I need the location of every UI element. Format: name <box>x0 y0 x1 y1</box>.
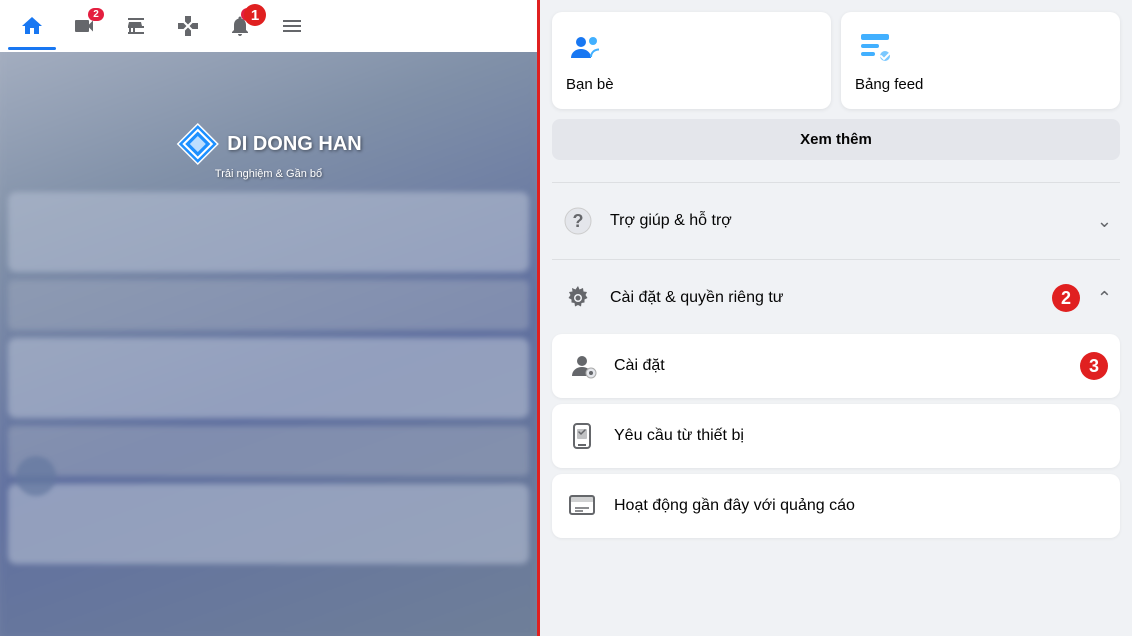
feed-icon <box>855 28 895 68</box>
hoatdong-label: Hoạt động gần đây với quảng cáo <box>614 497 1108 515</box>
quick-link-feed[interactable]: Bảng feed <box>841 12 1120 109</box>
help-icon: ? <box>560 203 596 239</box>
settings-icon <box>560 280 596 316</box>
caidat-label: Cài đặt <box>614 357 1058 375</box>
blur-post-1 <box>8 192 529 272</box>
nav-notification[interactable]: 58 1 <box>216 2 264 50</box>
friends-icon <box>566 28 606 68</box>
blur-post-2 <box>8 280 529 330</box>
nav-store[interactable] <box>112 2 160 50</box>
submenu-hoatdong[interactable]: Hoạt động gần đây với quảng cáo <box>552 474 1120 538</box>
hoatdong-icon <box>564 488 600 524</box>
divider-2 <box>552 259 1120 260</box>
quick-links-row: Bạn bè Bảng feed <box>552 12 1120 109</box>
feed-label: Bảng feed <box>855 76 923 93</box>
logo-overlay: DI DONG HAN Trải nghiệm & Gần bổ <box>175 122 361 180</box>
nav-video[interactable]: 2 <box>60 2 108 50</box>
settings-label: Cài đặt & quyền riêng tư <box>610 289 1075 307</box>
divider-1 <box>552 182 1120 183</box>
friends-label: Bạn bè <box>566 76 614 93</box>
left-panel: 2 58 1 DI <box>0 0 540 636</box>
right-panel: Bạn bè Bảng feed Xem thêm <box>540 0 1132 636</box>
quick-link-friends[interactable]: Bạn bè <box>552 12 831 109</box>
yeucau-label: Yêu cầu từ thiết bị <box>614 427 1108 445</box>
blur-post-5 <box>8 484 529 564</box>
settings-menu-item[interactable]: Cài đặt & quyền riêng tư 2 ⌃ <box>552 268 1120 328</box>
svg-text:?: ? <box>573 211 584 231</box>
yeucau-icon <box>564 418 600 454</box>
caidat-icon <box>564 348 600 384</box>
avatar-blur <box>16 456 56 496</box>
submenu-yeucau[interactable]: Yêu cầu từ thiết bị <box>552 404 1120 468</box>
nav-home[interactable] <box>8 2 56 50</box>
logo-icon <box>175 122 219 166</box>
video-badge: 2 <box>88 8 104 21</box>
help-label: Trợ giúp & hỗ trợ <box>610 212 1083 230</box>
logo-subtext: Trải nghiệm & Gần bổ <box>215 168 322 180</box>
nav-game[interactable] <box>164 2 212 50</box>
logo-text: DI DONG HAN <box>227 133 361 156</box>
see-more-button[interactable]: Xem thêm <box>552 119 1120 160</box>
step1-badge: 1 <box>244 4 266 26</box>
submenu-caidat[interactable]: Cài đặt 3 <box>552 334 1120 398</box>
step2-badge: 2 <box>1052 284 1080 312</box>
help-menu-item[interactable]: ? Trợ giúp & hỗ trợ ⌄ <box>552 191 1120 251</box>
content-area: DI DONG HAN Trải nghiệm & Gần bổ <box>0 52 537 636</box>
settings-chevron-icon: ⌃ <box>1097 288 1112 309</box>
blur-post-4 <box>8 426 529 476</box>
blur-post-3 <box>8 338 529 418</box>
help-chevron-icon: ⌄ <box>1097 211 1112 232</box>
top-nav: 2 58 1 <box>0 0 537 52</box>
nav-menu[interactable] <box>268 2 316 50</box>
step3-badge: 3 <box>1080 352 1108 380</box>
